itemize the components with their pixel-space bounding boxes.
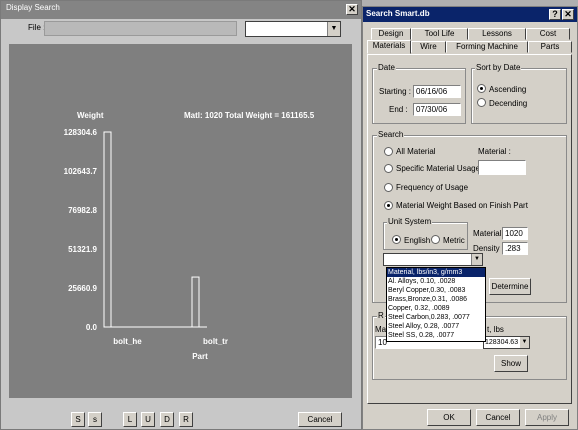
list-item[interactable]: Beryl Copper,0.30, .0083 (387, 286, 485, 295)
l-button[interactable]: L (123, 412, 137, 427)
x-tick-label: bolt_tr (203, 337, 228, 346)
chart-title: Weight (77, 111, 104, 120)
ascending-label: Ascending (489, 85, 527, 94)
window-title: Display Search (6, 3, 60, 12)
tab-lessons[interactable]: Lessons (468, 28, 526, 40)
help-button[interactable]: ? (549, 9, 561, 20)
show-button[interactable]: Show (494, 355, 528, 372)
file-label: File : (28, 23, 46, 32)
ok-button[interactable]: OK (427, 409, 471, 426)
unit-system-label: Unit System (387, 217, 433, 226)
tab-wire[interactable]: Wire (411, 41, 446, 53)
tab-cost[interactable]: Cost (526, 28, 570, 40)
density-input[interactable]: .283 (502, 242, 528, 255)
list-item[interactable]: Brass,Bronze,0.31, .0086 (387, 295, 485, 304)
english-radio[interactable] (392, 235, 401, 244)
r-button[interactable]: R (179, 412, 193, 427)
chart-bar (103, 131, 112, 328)
y-tick-label: 0.0 (86, 323, 98, 332)
english-label: English (404, 236, 431, 245)
sort-group (471, 68, 567, 124)
close-icon: ✕ (564, 9, 572, 19)
search-smart-window: Search Smart.db ? ✕ Design Tool Life Les… (362, 6, 578, 430)
all-material-label: All Material (396, 147, 436, 156)
weight-based-radio[interactable] (384, 201, 393, 210)
specific-material-radio[interactable] (384, 164, 393, 173)
material-input[interactable] (478, 160, 526, 175)
cancel-button[interactable]: Cancel (476, 409, 520, 426)
s-upper-button[interactable]: S (71, 412, 85, 427)
y-tick-label: 51321.9 (68, 245, 97, 254)
all-material-radio[interactable] (384, 147, 393, 156)
frequency-label: Frequency of Usage (396, 183, 469, 192)
search-group-label: Search (377, 130, 405, 139)
material-field-input[interactable]: 1020 (502, 227, 528, 240)
date-group-label: Date (377, 63, 396, 72)
window-title-bar: Search Smart.db (363, 7, 577, 22)
descending-radio[interactable] (477, 98, 486, 107)
tab-design[interactable]: Design (371, 28, 411, 40)
list-item[interactable]: Material, lbs/in3, g/mm3 (387, 268, 485, 277)
y-tick-label: 102643.7 (64, 167, 98, 176)
results-value-dropdown[interactable]: 128304.63 ▼ (483, 336, 530, 349)
material-density-dropdown[interactable]: ▼ (383, 253, 483, 266)
d-button[interactable]: D (160, 412, 174, 427)
metric-label: Metric (443, 236, 465, 245)
results-lbs-label: t, lbs (487, 325, 504, 334)
weight-based-label: Material Weight Based on Finish Part (396, 201, 528, 210)
descending-label: Decending (489, 99, 528, 108)
list-item[interactable]: Al. Alloys, 0.10, .0028 (387, 277, 485, 286)
results-ma-label: Ma (375, 325, 387, 334)
tab-parts[interactable]: Parts (528, 41, 572, 53)
window-title-bar: Display Search (1, 1, 361, 19)
u-button[interactable]: U (141, 412, 155, 427)
x-tick-label: bolt_he (113, 337, 142, 346)
y-tick-label: 25660.9 (68, 284, 97, 293)
chart-svg: Weight Matl: 1020 Total Weight = 161165.5… (64, 111, 315, 361)
cancel-button[interactable]: Cancel (298, 412, 342, 427)
chevron-down-icon[interactable]: ▼ (520, 337, 529, 348)
list-item[interactable]: Steel Alloy, 0.28, .0077 (387, 322, 485, 331)
list-item[interactable]: Steel SS, 0.28, .0077 (387, 331, 485, 340)
density-label: Density : (473, 244, 505, 253)
tab-materials[interactable]: Materials (367, 40, 411, 54)
starting-date-input[interactable]: 06/16/06 (413, 85, 461, 98)
tab-tool-life[interactable]: Tool Life (411, 28, 468, 40)
end-date-input[interactable]: 07/30/06 (413, 103, 461, 116)
list-item[interactable]: Steel Carbon,0.283, .0077 (387, 313, 485, 322)
chart-bar (191, 276, 200, 328)
sort-group-label: Sort by Date (475, 63, 522, 72)
results-group-label: R (377, 311, 385, 320)
metric-radio[interactable] (431, 235, 440, 244)
chevron-down-icon[interactable]: ▼ (471, 254, 482, 265)
x-axis-label: Part (192, 352, 208, 361)
window-title: Search Smart.db (366, 9, 430, 18)
specific-material-label: Specific Material Usage (396, 164, 481, 173)
results-value: 128304.63 (485, 339, 519, 346)
close-button[interactable]: ✕ (346, 4, 358, 15)
end-label: End : (389, 105, 408, 114)
material-field-label: Material : (473, 229, 506, 238)
y-tick-label: 76982.8 (68, 206, 97, 215)
determine-button[interactable]: Determine (489, 278, 531, 295)
ascending-radio[interactable] (477, 84, 486, 93)
starting-label: Starting : (379, 87, 412, 96)
chevron-down-icon[interactable]: ▼ (327, 22, 340, 36)
weight-chart: Weight Matl: 1020 Total Weight = 161165.5… (9, 44, 352, 398)
tab-forming-machine[interactable]: Forming Machine (446, 41, 528, 53)
display-search-window: Display Search ✕ File : ▼ Weight Matl: 10… (0, 0, 362, 430)
material-density-list[interactable]: Material, lbs/in3, g/mm3 Al. Alloys, 0.1… (386, 267, 486, 342)
list-item[interactable]: Copper, 0.32, .0089 (387, 304, 485, 313)
close-button[interactable]: ✕ (562, 9, 574, 20)
file-field (44, 21, 237, 36)
chart-total-weight: Matl: 1020 Total Weight = 161165.5 (184, 111, 315, 120)
apply-button[interactable]: Apply (525, 409, 569, 426)
help-icon: ? (552, 9, 558, 19)
file-dropdown[interactable]: ▼ (245, 21, 341, 37)
material-label: Material : (478, 147, 511, 156)
y-tick-label: 128304.6 (64, 128, 98, 137)
close-icon: ✕ (348, 4, 356, 14)
s-lower-button[interactable]: s (88, 412, 102, 427)
frequency-radio[interactable] (384, 183, 393, 192)
